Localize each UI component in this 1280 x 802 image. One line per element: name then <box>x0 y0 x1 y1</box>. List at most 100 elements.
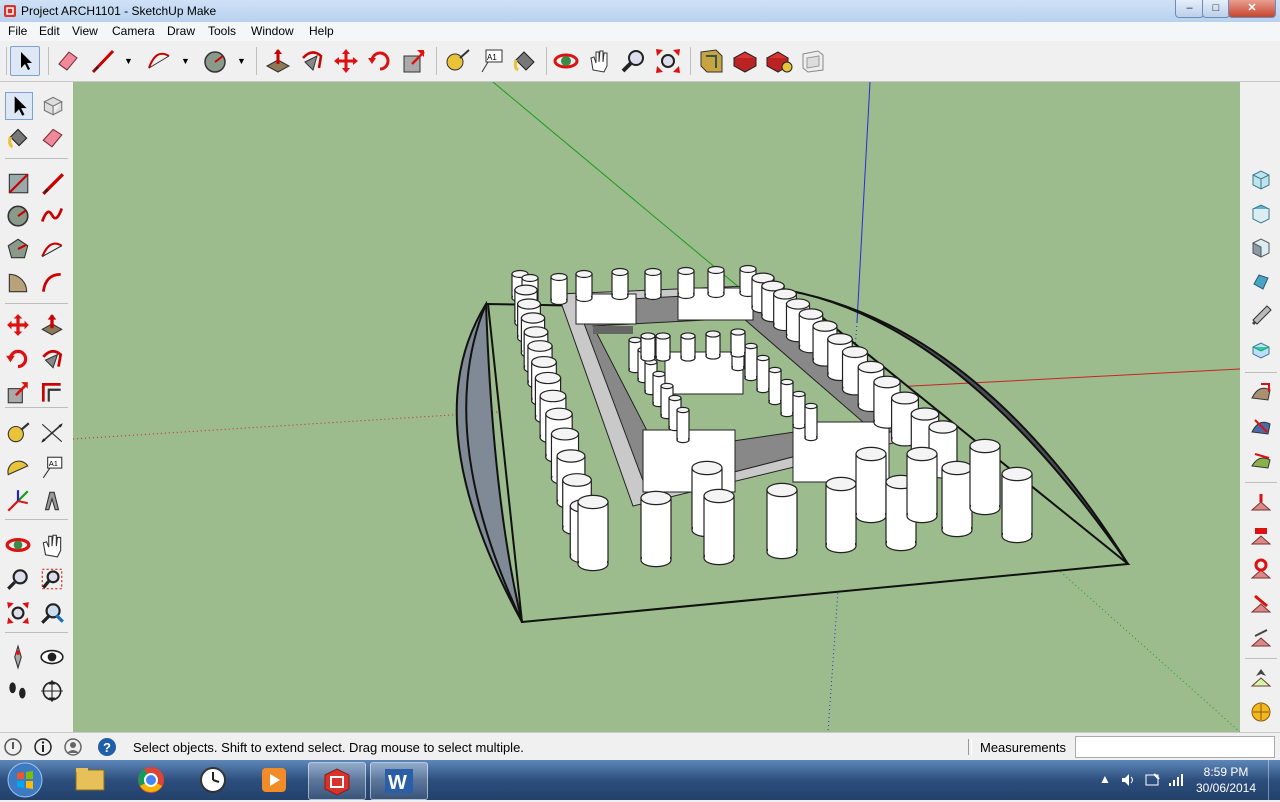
text-icon[interactable]: A1 <box>39 454 65 480</box>
eraser-icon[interactable] <box>39 124 65 150</box>
scale-icon[interactable] <box>5 380 31 406</box>
add-detail-icon[interactable] <box>1249 558 1273 582</box>
share-component-icon[interactable] <box>764 46 794 76</box>
3d-warehouse-icon[interactable] <box>696 46 726 76</box>
menu-file[interactable]: File <box>8 24 27 38</box>
axes-icon[interactable] <box>5 488 31 514</box>
start-button[interactable] <box>5 761 45 799</box>
network-signal-icon[interactable] <box>1168 772 1184 788</box>
taskbar-chrome[interactable] <box>123 762 179 798</box>
menu-window[interactable]: Window <box>251 24 294 38</box>
photo-texture-icon[interactable] <box>1249 700 1273 724</box>
paint-bucket-icon[interactable] <box>510 46 540 76</box>
3d-model-scene[interactable] <box>73 82 1240 732</box>
circle-icon[interactable] <box>5 202 31 228</box>
top-view-icon[interactable] <box>1249 202 1273 226</box>
geo-location-status-icon[interactable] <box>3 737 23 757</box>
line-dropdown-icon[interactable]: ▼ <box>124 56 133 66</box>
menu-view[interactable]: View <box>72 24 98 38</box>
taskbar-clock-app[interactable] <box>185 762 241 798</box>
speaker-icon[interactable] <box>1120 772 1136 788</box>
system-clock[interactable]: 8:59 PM 30/06/2014 <box>1190 764 1262 796</box>
smoove-icon[interactable] <box>1249 448 1273 472</box>
menu-edit[interactable]: Edit <box>39 24 60 38</box>
tape-measure-icon[interactable] <box>442 46 472 76</box>
iso-view-icon[interactable] <box>1249 168 1273 192</box>
taskbar-media-player[interactable] <box>246 762 302 798</box>
3d-text-icon[interactable] <box>39 488 65 514</box>
protractor-icon[interactable] <box>5 454 31 480</box>
arc-icon[interactable] <box>39 236 65 262</box>
scale-icon[interactable] <box>399 46 429 76</box>
zoom-extents-icon[interactable] <box>653 46 683 76</box>
follow-me-icon[interactable] <box>39 346 65 372</box>
offset-icon[interactable] <box>39 380 65 406</box>
zoom-icon[interactable] <box>619 46 649 76</box>
rectangle-icon[interactable] <box>5 170 31 196</box>
push-pull-icon[interactable] <box>263 46 293 76</box>
sandbox-from-scratch-icon[interactable] <box>1249 414 1273 438</box>
taskbar-sketchup[interactable] <box>308 762 366 800</box>
maximize-button[interactable]: □ <box>1202 0 1230 18</box>
pan-icon[interactable] <box>585 46 615 76</box>
text-icon[interactable]: A1 <box>476 46 506 76</box>
help-icon[interactable]: ? <box>97 737 117 757</box>
rotate-icon[interactable] <box>365 46 395 76</box>
back-view-icon[interactable] <box>1249 304 1273 328</box>
move-icon[interactable] <box>331 46 361 76</box>
front-view-icon[interactable] <box>1249 236 1273 260</box>
zoom-icon[interactable] <box>5 566 31 592</box>
show-desktop-button[interactable] <box>1268 760 1280 800</box>
circle-dropdown-icon[interactable]: ▼ <box>237 56 246 66</box>
orbit-icon[interactable] <box>5 532 31 558</box>
drape-icon[interactable] <box>1249 524 1273 548</box>
menu-help[interactable]: Help <box>309 24 334 38</box>
model-viewport[interactable] <box>73 82 1240 732</box>
geo-location-icon[interactable] <box>1249 626 1273 650</box>
rotate-icon[interactable] <box>5 346 31 372</box>
polygon-icon[interactable] <box>5 236 31 262</box>
follow-me-icon[interactable] <box>297 46 327 76</box>
dimension-icon[interactable] <box>39 420 65 446</box>
zoom-window-icon[interactable] <box>39 566 65 592</box>
select-icon[interactable] <box>10 46 40 76</box>
toggle-terrain-icon[interactable] <box>1249 666 1273 690</box>
left-view-icon[interactable] <box>1249 338 1273 362</box>
previous-view-icon[interactable] <box>39 600 65 626</box>
action-center-icon[interactable] <box>1144 772 1160 788</box>
taskbar-word[interactable]: W <box>370 762 428 800</box>
zoom-extents-icon[interactable] <box>5 600 31 626</box>
sandbox-from-contours-icon[interactable] <box>1249 380 1273 404</box>
flip-edge-icon[interactable] <box>1249 592 1273 616</box>
eraser-icon[interactable] <box>53 46 83 76</box>
arc-dropdown-icon[interactable]: ▼ <box>181 56 190 66</box>
menu-draw[interactable]: Draw <box>167 24 195 38</box>
user-account-icon[interactable] <box>63 737 83 757</box>
tape-measure-icon[interactable] <box>5 420 31 446</box>
make-component-icon[interactable] <box>39 92 65 118</box>
push-pull-icon[interactable] <box>39 312 65 338</box>
two-point-arc-icon[interactable] <box>39 270 65 296</box>
menu-tools[interactable]: Tools <box>208 24 236 38</box>
move-icon[interactable] <box>5 312 31 338</box>
extension-warehouse-icon[interactable] <box>730 46 760 76</box>
walk-icon[interactable] <box>5 678 31 704</box>
minimize-button[interactable]: – <box>1175 0 1204 18</box>
select-icon[interactable] <box>5 92 33 120</box>
close-button[interactable]: ✕ <box>1228 0 1276 18</box>
taskbar-explorer[interactable] <box>62 762 118 798</box>
look-around-icon[interactable] <box>39 644 65 670</box>
show-hidden-icons[interactable]: ▲ <box>1099 772 1111 786</box>
line-icon[interactable] <box>39 170 65 196</box>
stamp-icon[interactable] <box>1249 490 1273 514</box>
arc-icon[interactable] <box>144 46 174 76</box>
layout-icon[interactable] <box>798 46 828 76</box>
orbit-icon[interactable] <box>551 46 581 76</box>
circle-icon[interactable] <box>200 46 230 76</box>
credits-icon[interactable] <box>33 737 53 757</box>
menu-camera[interactable]: Camera <box>112 24 155 38</box>
measurements-input[interactable] <box>1075 736 1275 758</box>
right-view-icon[interactable] <box>1249 270 1273 294</box>
position-camera-icon[interactable] <box>5 644 31 670</box>
freehand-icon[interactable] <box>39 202 65 228</box>
